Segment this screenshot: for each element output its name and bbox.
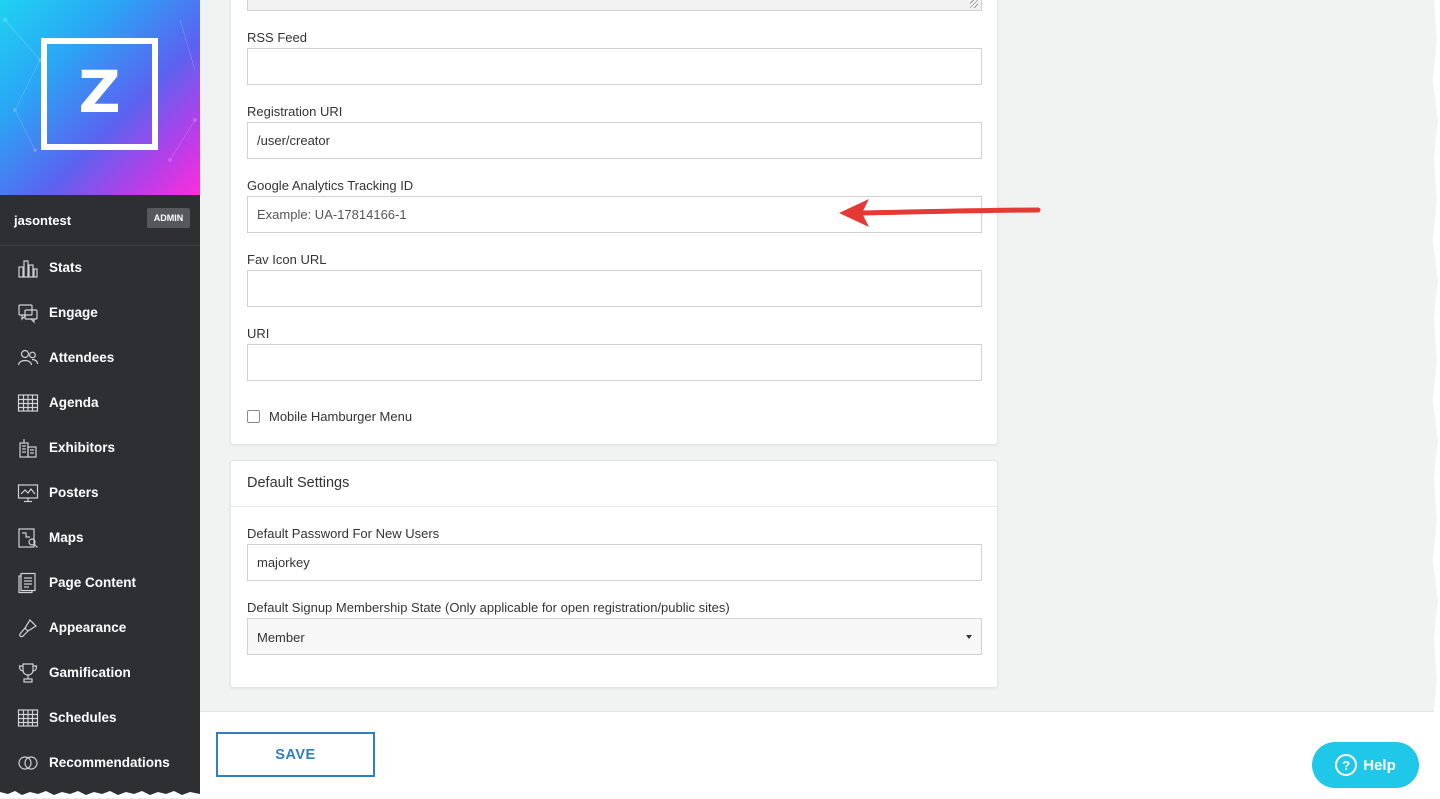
sidebar: Z jasontest ADMIN Stats Engage Attendees [0,0,200,798]
sidebar-item-label: Stats [49,260,83,275]
sidebar-item-label: Gamification [49,665,131,680]
rss-feed-input[interactable] [247,48,982,85]
attendees-icon [17,347,39,369]
sidebar-item-label: Appearance [49,620,127,635]
sidebar-item-label: Posters [49,485,99,500]
schedules-icon [17,707,39,729]
posters-icon [17,482,39,504]
footer-bar [200,711,1440,799]
engage-icon [17,302,39,324]
rss-feed-label: RSS Feed [247,30,307,45]
default-settings-title: Default Settings [247,475,350,491]
sidebar-item-exhibitors[interactable]: Exhibitors [0,425,200,470]
sidebar-item-label: Page Content [49,575,137,590]
gamification-icon [17,662,39,684]
sidebar-item-gamification[interactable]: Gamification [0,650,200,695]
registration-uri-input[interactable] [247,122,982,159]
username: jasontest [14,213,72,228]
sidebar-item-label: Maps [49,530,84,545]
sidebar-item-stats[interactable]: Stats [0,245,200,290]
save-button[interactable]: SAVE [216,732,375,777]
torn-edge-bottom [0,791,200,798]
exhibitors-icon [17,437,39,459]
logo-letter: Z [78,58,121,126]
sidebar-item-label: Attendees [49,350,115,365]
logo-area: Z [0,0,200,195]
mobile-hamburger-label: Mobile Hamburger Menu [269,409,413,424]
default-settings-card: Default Settings Default Password For Ne… [230,460,998,688]
caret-down-icon [966,635,972,639]
recommendations-icon [17,752,39,774]
sidebar-item-maps[interactable]: Maps [0,515,200,560]
sidebar-item-appearance[interactable]: Appearance [0,605,200,650]
sidebar-item-posters[interactable]: Posters [0,470,200,515]
registration-uri-label: Registration URI [247,104,343,119]
mobile-hamburger-row[interactable]: Mobile Hamburger Menu [247,409,412,424]
agenda-icon [17,392,39,414]
stats-icon [17,257,39,279]
sidebar-item-attendees[interactable]: Attendees [0,335,200,380]
ga-tracking-id-label: Google Analytics Tracking ID [247,178,414,193]
resize-grip-icon[interactable] [970,0,978,8]
sidebar-item-label: Engage [49,305,98,320]
user-row: jasontest ADMIN [0,195,200,246]
uri-label: URI [247,326,270,341]
sidebar-item-label: Recommendations [49,755,170,770]
sidebar-item-label: Schedules [49,710,117,725]
annotation-arrow-icon [839,199,1041,227]
sidebar-item-label: Exhibitors [49,440,116,455]
textarea-above[interactable] [247,0,982,11]
signup-state-label: Default Signup Membership State (Only ap… [247,600,730,615]
card-header: Default Settings [231,461,997,507]
app-logo[interactable]: Z [41,38,158,150]
sidebar-item-recommendations[interactable]: Recommendations [0,740,200,785]
sidebar-item-engage[interactable]: Engage [0,290,200,335]
fav-icon-url-label: Fav Icon URL [247,252,327,267]
admin-badge: ADMIN [147,208,190,228]
default-password-input[interactable] [247,544,982,581]
sidebar-item-label: Agenda [49,395,99,410]
maps-icon [17,527,39,549]
help-label: Help [1363,756,1396,774]
fav-icon-url-input[interactable] [247,270,982,307]
default-password-label: Default Password For New Users [247,526,440,541]
help-button[interactable]: ? Help [1312,742,1419,788]
signup-state-value: Member [257,630,305,645]
uri-input[interactable] [247,344,982,381]
torn-edge-right [1433,0,1440,798]
appearance-icon [17,617,39,639]
mobile-hamburger-checkbox[interactable] [247,410,260,423]
signup-state-select[interactable]: Member [247,618,982,655]
sidebar-item-agenda[interactable]: Agenda [0,380,200,425]
sidebar-nav: Stats Engage Attendees Agenda Exhibitors [0,245,200,785]
help-icon: ? [1335,754,1358,776]
sidebar-item-page-content[interactable]: Page Content [0,560,200,605]
page-content-icon [17,572,39,594]
sidebar-item-schedules[interactable]: Schedules [0,695,200,740]
